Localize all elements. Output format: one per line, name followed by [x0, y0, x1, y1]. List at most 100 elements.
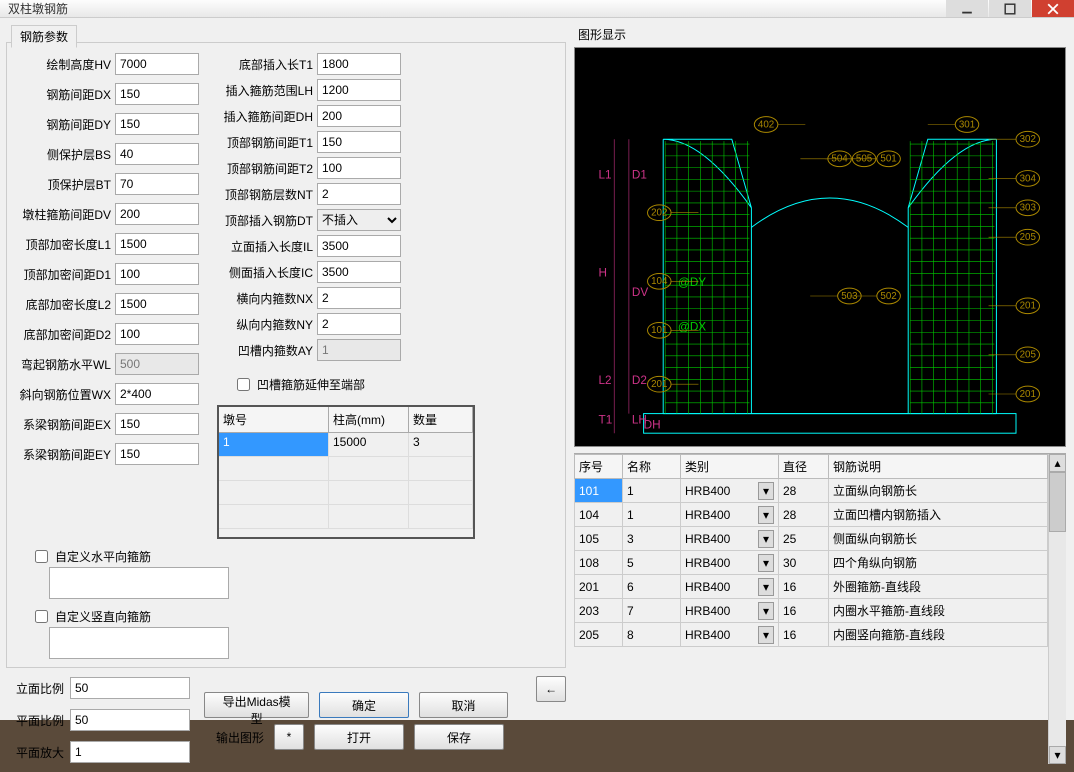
- save-button[interactable]: 保存: [414, 724, 504, 750]
- pier-col-no: 墩号: [219, 407, 329, 432]
- pier-cell[interactable]: 15000: [329, 433, 409, 456]
- svg-text:501: 501: [880, 154, 896, 165]
- table-scrollbar[interactable]: ▴ ▾: [1048, 454, 1066, 764]
- param-input-1[interactable]: [115, 83, 199, 105]
- param-input-r0[interactable]: [317, 53, 401, 75]
- back-arrow-button[interactable]: ←: [536, 676, 566, 702]
- groove-ext-checkbox[interactable]: [237, 378, 250, 391]
- elev-scale-input[interactable]: [70, 677, 190, 699]
- table-row[interactable]: 1041HRB400▾28立面凹槽内钢筋插入: [575, 503, 1048, 527]
- param-input-0[interactable]: [115, 53, 199, 75]
- param-input-r2[interactable]: [317, 105, 401, 127]
- type-combo[interactable]: HRB400▾: [685, 506, 774, 524]
- param-label: 钢筋间距DY: [15, 116, 115, 133]
- svg-text:DV: DV: [632, 286, 648, 299]
- param-input-7[interactable]: [115, 263, 199, 285]
- plan-zoom-input[interactable]: [70, 741, 190, 763]
- svg-text:504: 504: [831, 154, 848, 165]
- rebar-table[interactable]: 序号 名称 类别 直径 钢筋说明 1011HRB400▾28立面纵向钢筋长104…: [574, 453, 1066, 764]
- param-input-5[interactable]: [115, 203, 199, 225]
- param-input-2[interactable]: [115, 113, 199, 135]
- param-input-r7[interactable]: [317, 235, 401, 257]
- chevron-down-icon[interactable]: ▾: [758, 506, 774, 524]
- graph-canvas[interactable]: L1D1 HDV L2D2 T1LHDH @DY@DX 402504505501…: [574, 47, 1066, 447]
- param-input-r10[interactable]: [317, 313, 401, 335]
- type-combo[interactable]: HRB400▾: [685, 626, 774, 644]
- table-row[interactable]: 2058HRB400▾16内圈竖向箍筋-直线段: [575, 623, 1048, 647]
- scroll-thumb[interactable]: [1049, 472, 1066, 532]
- open-button[interactable]: 打开: [314, 724, 404, 750]
- param-label: 墩柱箍筋间距DV: [15, 206, 115, 223]
- export-midas-button[interactable]: 导出Midas模型: [204, 692, 309, 718]
- param-input-r8[interactable]: [317, 261, 401, 283]
- param-input-8[interactable]: [115, 293, 199, 315]
- param-input-r3[interactable]: [317, 131, 401, 153]
- titlebar: 双柱墩钢筋: [0, 0, 1074, 18]
- svg-text:303: 303: [1020, 203, 1037, 214]
- close-button[interactable]: [1032, 0, 1074, 17]
- param-label: 底部插入长T1: [217, 56, 317, 73]
- svg-text:302: 302: [1020, 134, 1036, 145]
- param-label: 横向内箍数NX: [217, 290, 317, 307]
- chevron-down-icon[interactable]: ▾: [758, 602, 774, 620]
- svg-text:202: 202: [651, 208, 667, 219]
- maximize-button[interactable]: [989, 0, 1031, 17]
- star-button[interactable]: *: [274, 724, 304, 750]
- cancel-button[interactable]: 取消: [419, 692, 508, 718]
- param-label: 斜向钢筋位置WX: [15, 386, 115, 403]
- minimize-button[interactable]: [946, 0, 988, 17]
- chevron-down-icon[interactable]: ▾: [758, 626, 774, 644]
- param-input-9[interactable]: [115, 323, 199, 345]
- param-label: 顶部插入钢筋DT: [217, 212, 317, 229]
- tab-params[interactable]: 钢筋参数: [11, 25, 77, 48]
- type-combo[interactable]: HRB400▾: [685, 578, 774, 596]
- param-input-10[interactable]: [115, 353, 199, 375]
- scroll-down-icon[interactable]: ▾: [1049, 746, 1066, 764]
- pier-cell[interactable]: 3: [409, 433, 473, 456]
- param-input-11[interactable]: [115, 383, 199, 405]
- param-input-6[interactable]: [115, 233, 199, 255]
- param-input-13[interactable]: [115, 443, 199, 465]
- param-label: 插入箍筋间距DH: [217, 108, 317, 125]
- chevron-down-icon[interactable]: ▾: [758, 530, 774, 548]
- chevron-down-icon[interactable]: ▾: [758, 578, 774, 596]
- type-combo[interactable]: HRB400▾: [685, 602, 774, 620]
- param-input-r9[interactable]: [317, 287, 401, 309]
- table-row[interactable]: 1011HRB400▾28立面纵向钢筋长: [575, 479, 1048, 503]
- custom-h-input[interactable]: [49, 567, 229, 599]
- param-input-r1[interactable]: [317, 79, 401, 101]
- pier-table[interactable]: 墩号 柱高(mm) 数量 1150003: [217, 405, 475, 539]
- table-row[interactable]: 1053HRB400▾25侧面纵向钢筋长: [575, 527, 1048, 551]
- custom-v-checkbox[interactable]: [35, 610, 48, 623]
- custom-v-label: 自定义竖直向箍筋: [55, 608, 151, 625]
- plan-scale-input[interactable]: [70, 709, 190, 731]
- type-combo[interactable]: HRB400▾: [685, 482, 774, 500]
- param-input-12[interactable]: [115, 413, 199, 435]
- param-select-6[interactable]: 不插入: [317, 209, 401, 231]
- svg-text:L1: L1: [599, 168, 612, 181]
- col-dia: 直径: [779, 455, 829, 479]
- param-input-r5[interactable]: [317, 183, 401, 205]
- table-row[interactable]: 2037HRB400▾16内圈水平箍筋-直线段: [575, 599, 1048, 623]
- param-input-r11[interactable]: [317, 339, 401, 361]
- pier-cell[interactable]: 1: [219, 433, 329, 456]
- table-row[interactable]: 2016HRB400▾16外圈箍筋-直线段: [575, 575, 1048, 599]
- svg-text:304: 304: [1020, 173, 1037, 184]
- param-input-r4[interactable]: [317, 157, 401, 179]
- custom-v-input[interactable]: [49, 627, 229, 659]
- custom-h-label: 自定义水平向箍筋: [55, 548, 151, 565]
- chevron-down-icon[interactable]: ▾: [758, 554, 774, 572]
- type-combo[interactable]: HRB400▾: [685, 554, 774, 572]
- scroll-up-icon[interactable]: ▴: [1049, 454, 1066, 472]
- svg-text:L2: L2: [599, 374, 612, 387]
- custom-h-checkbox[interactable]: [35, 550, 48, 563]
- param-input-4[interactable]: [115, 173, 199, 195]
- param-input-3[interactable]: [115, 143, 199, 165]
- chevron-down-icon[interactable]: ▾: [758, 482, 774, 500]
- type-combo[interactable]: HRB400▾: [685, 530, 774, 548]
- output-graph-label: 输出图形: [204, 729, 264, 746]
- ok-button[interactable]: 确定: [319, 692, 408, 718]
- param-label: 顶部加密长度L1: [15, 236, 115, 253]
- table-row[interactable]: 1085HRB400▾30四个角纵向钢筋: [575, 551, 1048, 575]
- svg-text:205: 205: [1020, 350, 1037, 361]
